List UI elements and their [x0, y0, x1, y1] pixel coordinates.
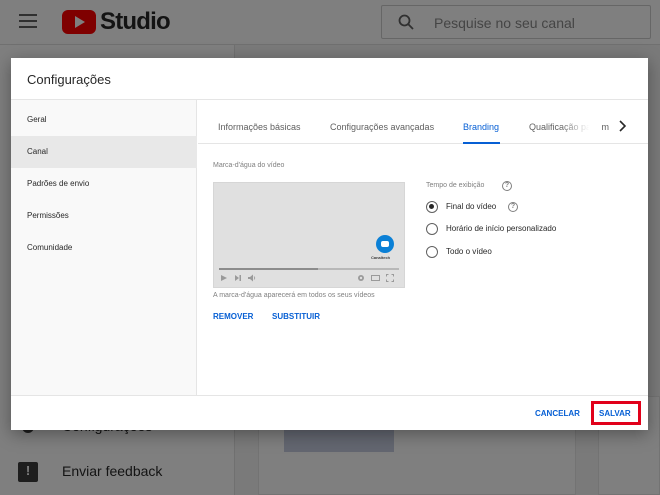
watermark-logo — [376, 235, 394, 253]
settings-sidebar: Geral Canal Padrões de envio Permissões … — [11, 100, 197, 395]
sidebar-item-label: Permissões — [27, 211, 69, 220]
radio-end-of-video[interactable] — [426, 201, 438, 213]
dialog-title: Configurações — [27, 72, 111, 87]
help-icon[interactable]: ? — [508, 202, 518, 212]
tab-basic-info[interactable]: Informações básicas — [218, 122, 301, 132]
radio-label: Todo o vídeo — [446, 247, 492, 256]
sidebar-item-upload-defaults[interactable]: Padrões de envio — [11, 168, 197, 200]
sidebar-item-label: Canal — [27, 147, 48, 156]
tab-advanced-settings[interactable]: Configurações avançadas — [330, 122, 434, 132]
remove-button[interactable]: REMOVER — [213, 312, 253, 321]
sidebar-item-channel[interactable]: Canal — [11, 136, 197, 168]
watermark-note: A marca-d'água aparecerá em todos os seu… — [213, 292, 375, 299]
sidebar-item-label: Comunidade — [27, 243, 73, 252]
theater-mode-icon — [371, 274, 380, 282]
sidebar-item-community[interactable]: Comunidade — [11, 232, 197, 264]
radio-entire-video[interactable] — [426, 246, 438, 258]
radio-label: Final do vídeo — [446, 202, 497, 211]
watermark-logo-text: Canaltech — [371, 255, 391, 260]
settings-dialog: Configurações Geral Canal Padrões de env… — [11, 58, 648, 430]
playback-progress-bar — [219, 268, 399, 270]
radio-custom-start-time[interactable] — [426, 223, 438, 235]
volume-icon — [248, 274, 256, 282]
settings-tabs: Informações básicas Configurações avança… — [198, 100, 648, 144]
fullscreen-icon — [386, 274, 394, 282]
sidebar-item-label: Padrões de envio — [27, 179, 90, 188]
tab-branding[interactable]: Branding — [463, 122, 499, 132]
dialog-header: Configurações — [11, 58, 648, 100]
settings-gear-icon — [357, 274, 365, 282]
playback-progress-fill — [219, 268, 318, 270]
tabs-fade — [560, 110, 602, 140]
sidebar-item-label: Geral — [27, 115, 47, 124]
next-icon — [234, 274, 242, 282]
chevron-right-icon[interactable] — [616, 118, 628, 134]
save-button[interactable]: SALVAR — [599, 409, 631, 418]
dialog-footer: CANCELAR SALVAR — [11, 395, 648, 430]
sidebar-item-general[interactable]: Geral — [11, 104, 197, 136]
radio-label: Horário de início personalizado — [446, 224, 557, 233]
play-icon — [220, 274, 228, 282]
display-time-label: Tempo de exibição — [426, 182, 485, 189]
sidebar-item-permissions[interactable]: Permissões — [11, 200, 197, 232]
active-tab-indicator — [463, 142, 500, 144]
watermark-section-label: Marca-d'água do vídeo — [213, 162, 285, 169]
cancel-button[interactable]: CANCELAR — [535, 409, 580, 418]
watermark-preview: Canaltech — [213, 182, 405, 288]
help-icon[interactable]: ? — [502, 181, 512, 191]
replace-button[interactable]: SUBSTITUIR — [272, 312, 320, 321]
